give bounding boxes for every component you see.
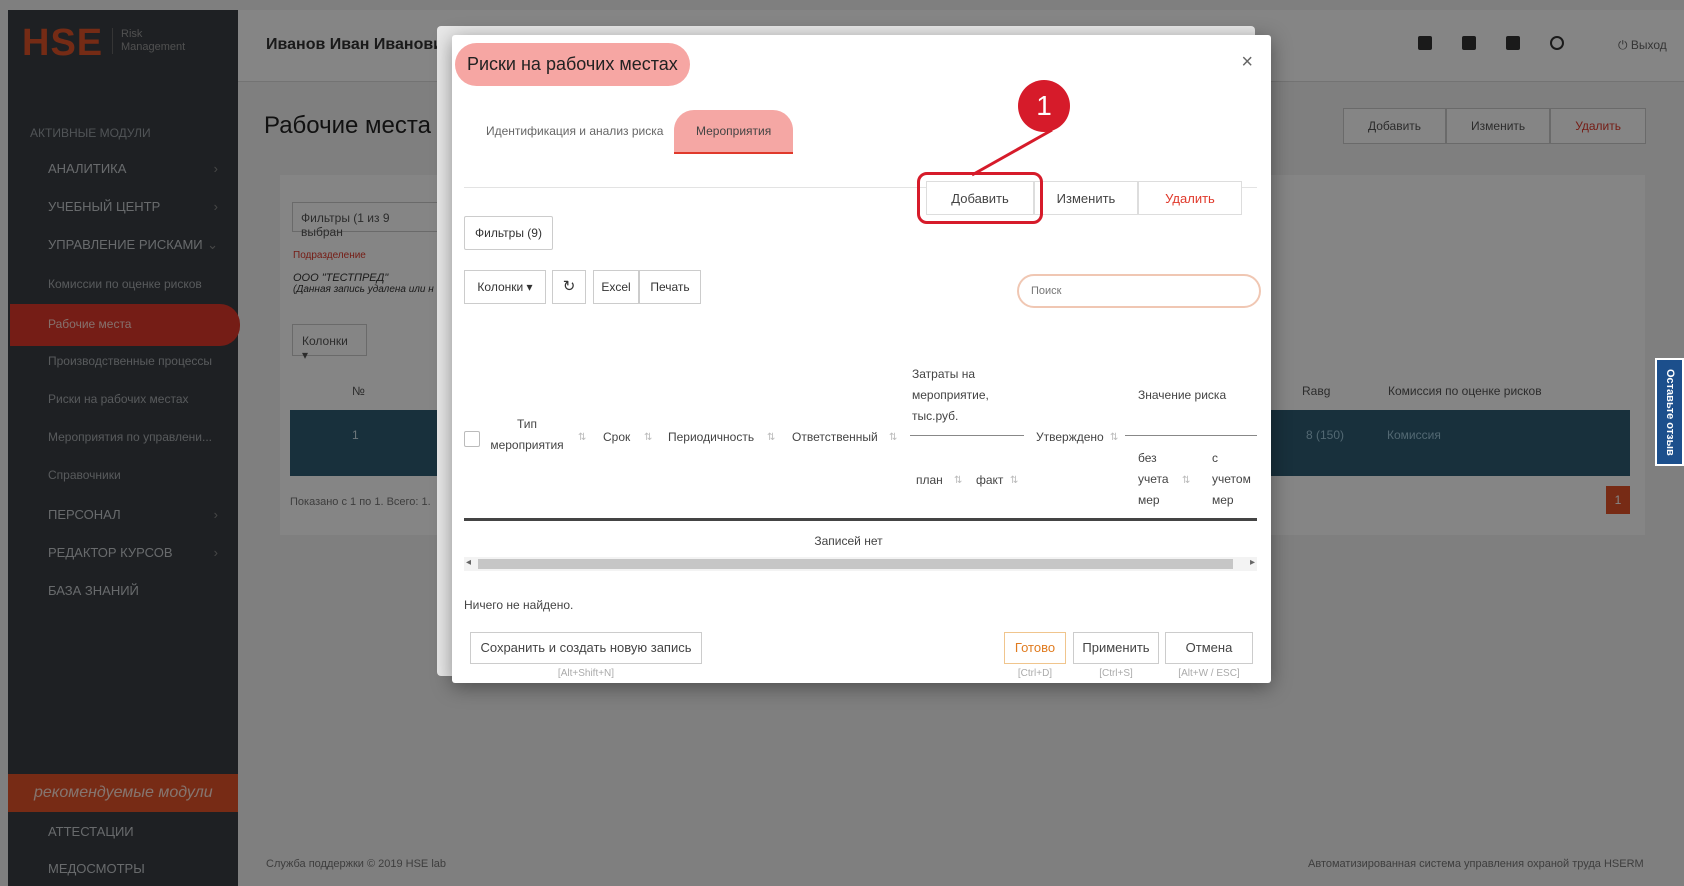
- column-group-risk: Значение риска: [1138, 388, 1227, 402]
- tab-identification[interactable]: Идентификация и анализ риска: [464, 110, 685, 152]
- done-button[interactable]: Готово: [1004, 632, 1066, 664]
- close-icon[interactable]: ×: [1241, 51, 1253, 74]
- header-divider: [910, 435, 1024, 436]
- header-divider: [1125, 435, 1257, 436]
- dialog-title: Риски на рабочих местах: [455, 43, 690, 86]
- delete-button[interactable]: Удалить: [1138, 181, 1242, 215]
- save-and-new-button[interactable]: Сохранить и создать новую запись: [470, 632, 702, 664]
- select-all-checkbox[interactable]: [464, 431, 480, 447]
- measures-table: Тип мероприятия ⇅ Срок ⇅ Периодичность ⇅…: [464, 315, 1257, 523]
- scroll-left-icon[interactable]: ◂: [466, 557, 471, 568]
- apply-button[interactable]: Применить: [1073, 632, 1159, 664]
- dialog-tabs: Идентификация и анализ риска Мероприятия: [464, 110, 1257, 188]
- column-header-period[interactable]: Периодичность: [668, 427, 754, 448]
- annotation-pointer: [971, 128, 1053, 177]
- cancel-button[interactable]: Отмена: [1165, 632, 1253, 664]
- cancel-hint: [Alt+W / ESC]: [1178, 668, 1240, 679]
- app-root: HSE Risk Management Иванов Иван Иванови …: [0, 0, 1684, 886]
- search-input[interactable]: [1017, 274, 1261, 308]
- column-header-plan[interactable]: план: [916, 470, 943, 491]
- scrollbar-thumb[interactable]: [478, 559, 1233, 569]
- feedback-tab[interactable]: Оставьте отзыв: [1655, 358, 1684, 466]
- done-hint: [Ctrl+D]: [1017, 668, 1053, 679]
- save-and-new-hint: [Alt+Shift+N]: [557, 668, 615, 679]
- filters-button[interactable]: Фильтры (9): [464, 216, 553, 250]
- annotation-number: 1: [1018, 80, 1070, 132]
- column-header-term[interactable]: Срок: [603, 427, 630, 448]
- risk-dialog: Риски на рабочих местах × Идентификация …: [452, 35, 1271, 683]
- nothing-found-text: Ничего не найдено.: [464, 598, 574, 612]
- sort-icon[interactable]: ⇅: [1010, 470, 1018, 491]
- no-records-text: Записей нет: [814, 534, 883, 548]
- sort-icon[interactable]: ⇅: [954, 470, 962, 491]
- header-bottom-border: [464, 518, 1257, 521]
- refresh-icon[interactable]: ↻: [552, 270, 586, 304]
- column-header-type[interactable]: Тип мероприятия: [490, 414, 564, 456]
- scroll-right-icon[interactable]: ▸: [1250, 557, 1255, 568]
- sort-icon[interactable]: ⇅: [1110, 427, 1118, 448]
- sort-icon[interactable]: ⇅: [1182, 470, 1190, 491]
- sort-icon[interactable]: ⇅: [767, 427, 775, 448]
- columns-button[interactable]: Колонки ▾: [464, 270, 546, 304]
- sort-icon[interactable]: ⇅: [889, 427, 897, 448]
- column-header-risk-without[interactable]: без учета мер: [1138, 448, 1169, 511]
- apply-hint: [Ctrl+S]: [1099, 668, 1133, 679]
- column-header-approved[interactable]: Утверждено: [1036, 427, 1104, 448]
- tab-measures[interactable]: Мероприятия: [674, 110, 794, 154]
- column-group-cost: Затраты на мероприятие, тыс.руб.: [912, 367, 989, 423]
- excel-button[interactable]: Excel: [593, 270, 639, 304]
- edit-button[interactable]: Изменить: [1034, 181, 1138, 215]
- sort-icon[interactable]: ⇅: [644, 427, 652, 448]
- sort-icon[interactable]: ⇅: [578, 427, 586, 448]
- column-header-fact[interactable]: факт: [976, 470, 1003, 491]
- print-button[interactable]: Печать: [639, 270, 701, 304]
- column-header-responsible[interactable]: Ответственный: [792, 427, 878, 448]
- horizontal-scrollbar[interactable]: ◂ ▸: [464, 557, 1257, 571]
- column-header-risk-with[interactable]: с учетом мер: [1212, 448, 1251, 511]
